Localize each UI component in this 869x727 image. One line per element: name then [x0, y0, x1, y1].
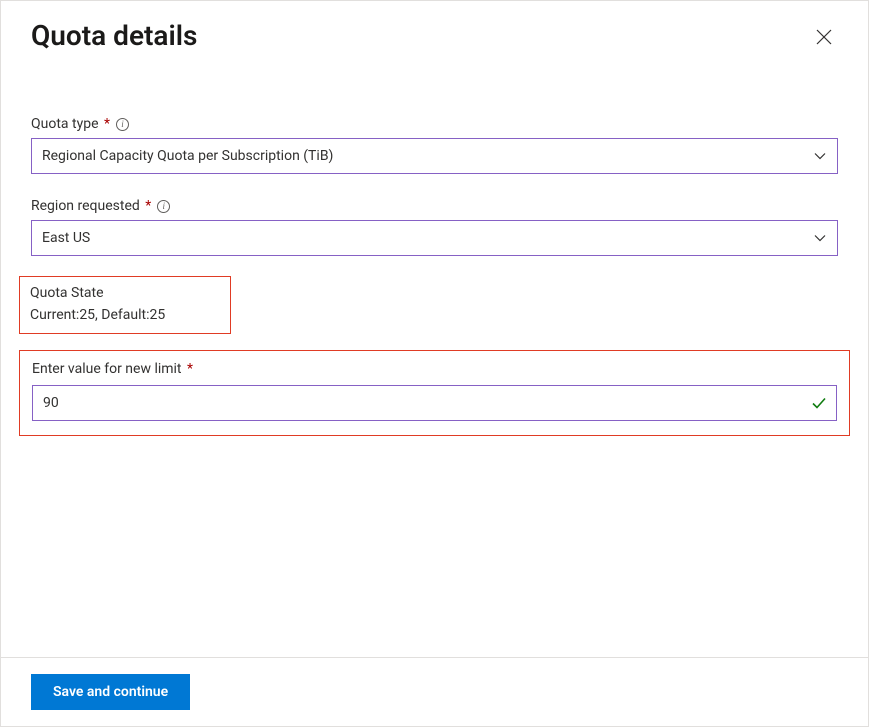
info-icon[interactable]: i [157, 200, 170, 213]
region-value: East US [42, 230, 90, 246]
region-label-text: Region requested [31, 198, 140, 214]
quota-type-label: Quota type * [31, 116, 110, 132]
chevron-down-icon [813, 149, 827, 163]
region-label: Region requested * [31, 198, 151, 214]
required-indicator: * [142, 198, 152, 214]
region-dropdown[interactable]: East US [31, 220, 838, 256]
save-continue-button[interactable]: Save and continue [31, 674, 190, 710]
quota-type-label-text: Quota type [31, 116, 99, 132]
chevron-down-icon [813, 231, 827, 245]
quota-type-value: Regional Capacity Quota per Subscription… [42, 148, 333, 164]
checkmark-icon [811, 395, 827, 411]
panel-body: Quota type * i Regional Capacity Quota p… [1, 62, 868, 657]
quota-state-highlight: Quota State Current:25, Default:25 [19, 276, 231, 334]
region-label-row: Region requested * i [31, 198, 838, 214]
required-indicator: * [101, 116, 111, 132]
region-field: Region requested * i East US [31, 198, 838, 256]
quota-details-panel: Quota details Quota type * i Regional Ca… [0, 0, 869, 727]
new-limit-label: Enter value for new limit * [32, 361, 193, 377]
panel-header: Quota details [1, 1, 868, 62]
panel-footer: Save and continue [1, 657, 868, 726]
info-icon[interactable]: i [116, 118, 129, 131]
quota-type-dropdown[interactable]: Regional Capacity Quota per Subscription… [31, 138, 838, 174]
new-limit-highlight: Enter value for new limit * [19, 350, 850, 436]
quota-state-value: Current:25, Default:25 [30, 307, 220, 323]
new-limit-label-row: Enter value for new limit * [32, 361, 837, 377]
quota-state-title: Quota State [30, 285, 220, 301]
new-limit-input-wrap [32, 385, 837, 421]
new-limit-label-text: Enter value for new limit [32, 361, 182, 377]
close-button[interactable] [810, 23, 838, 51]
panel-title: Quota details [31, 19, 197, 52]
new-limit-input[interactable] [32, 385, 837, 421]
close-icon [816, 29, 832, 45]
required-indicator: * [184, 361, 194, 377]
quota-type-field: Quota type * i Regional Capacity Quota p… [31, 116, 838, 174]
quota-type-label-row: Quota type * i [31, 116, 838, 132]
